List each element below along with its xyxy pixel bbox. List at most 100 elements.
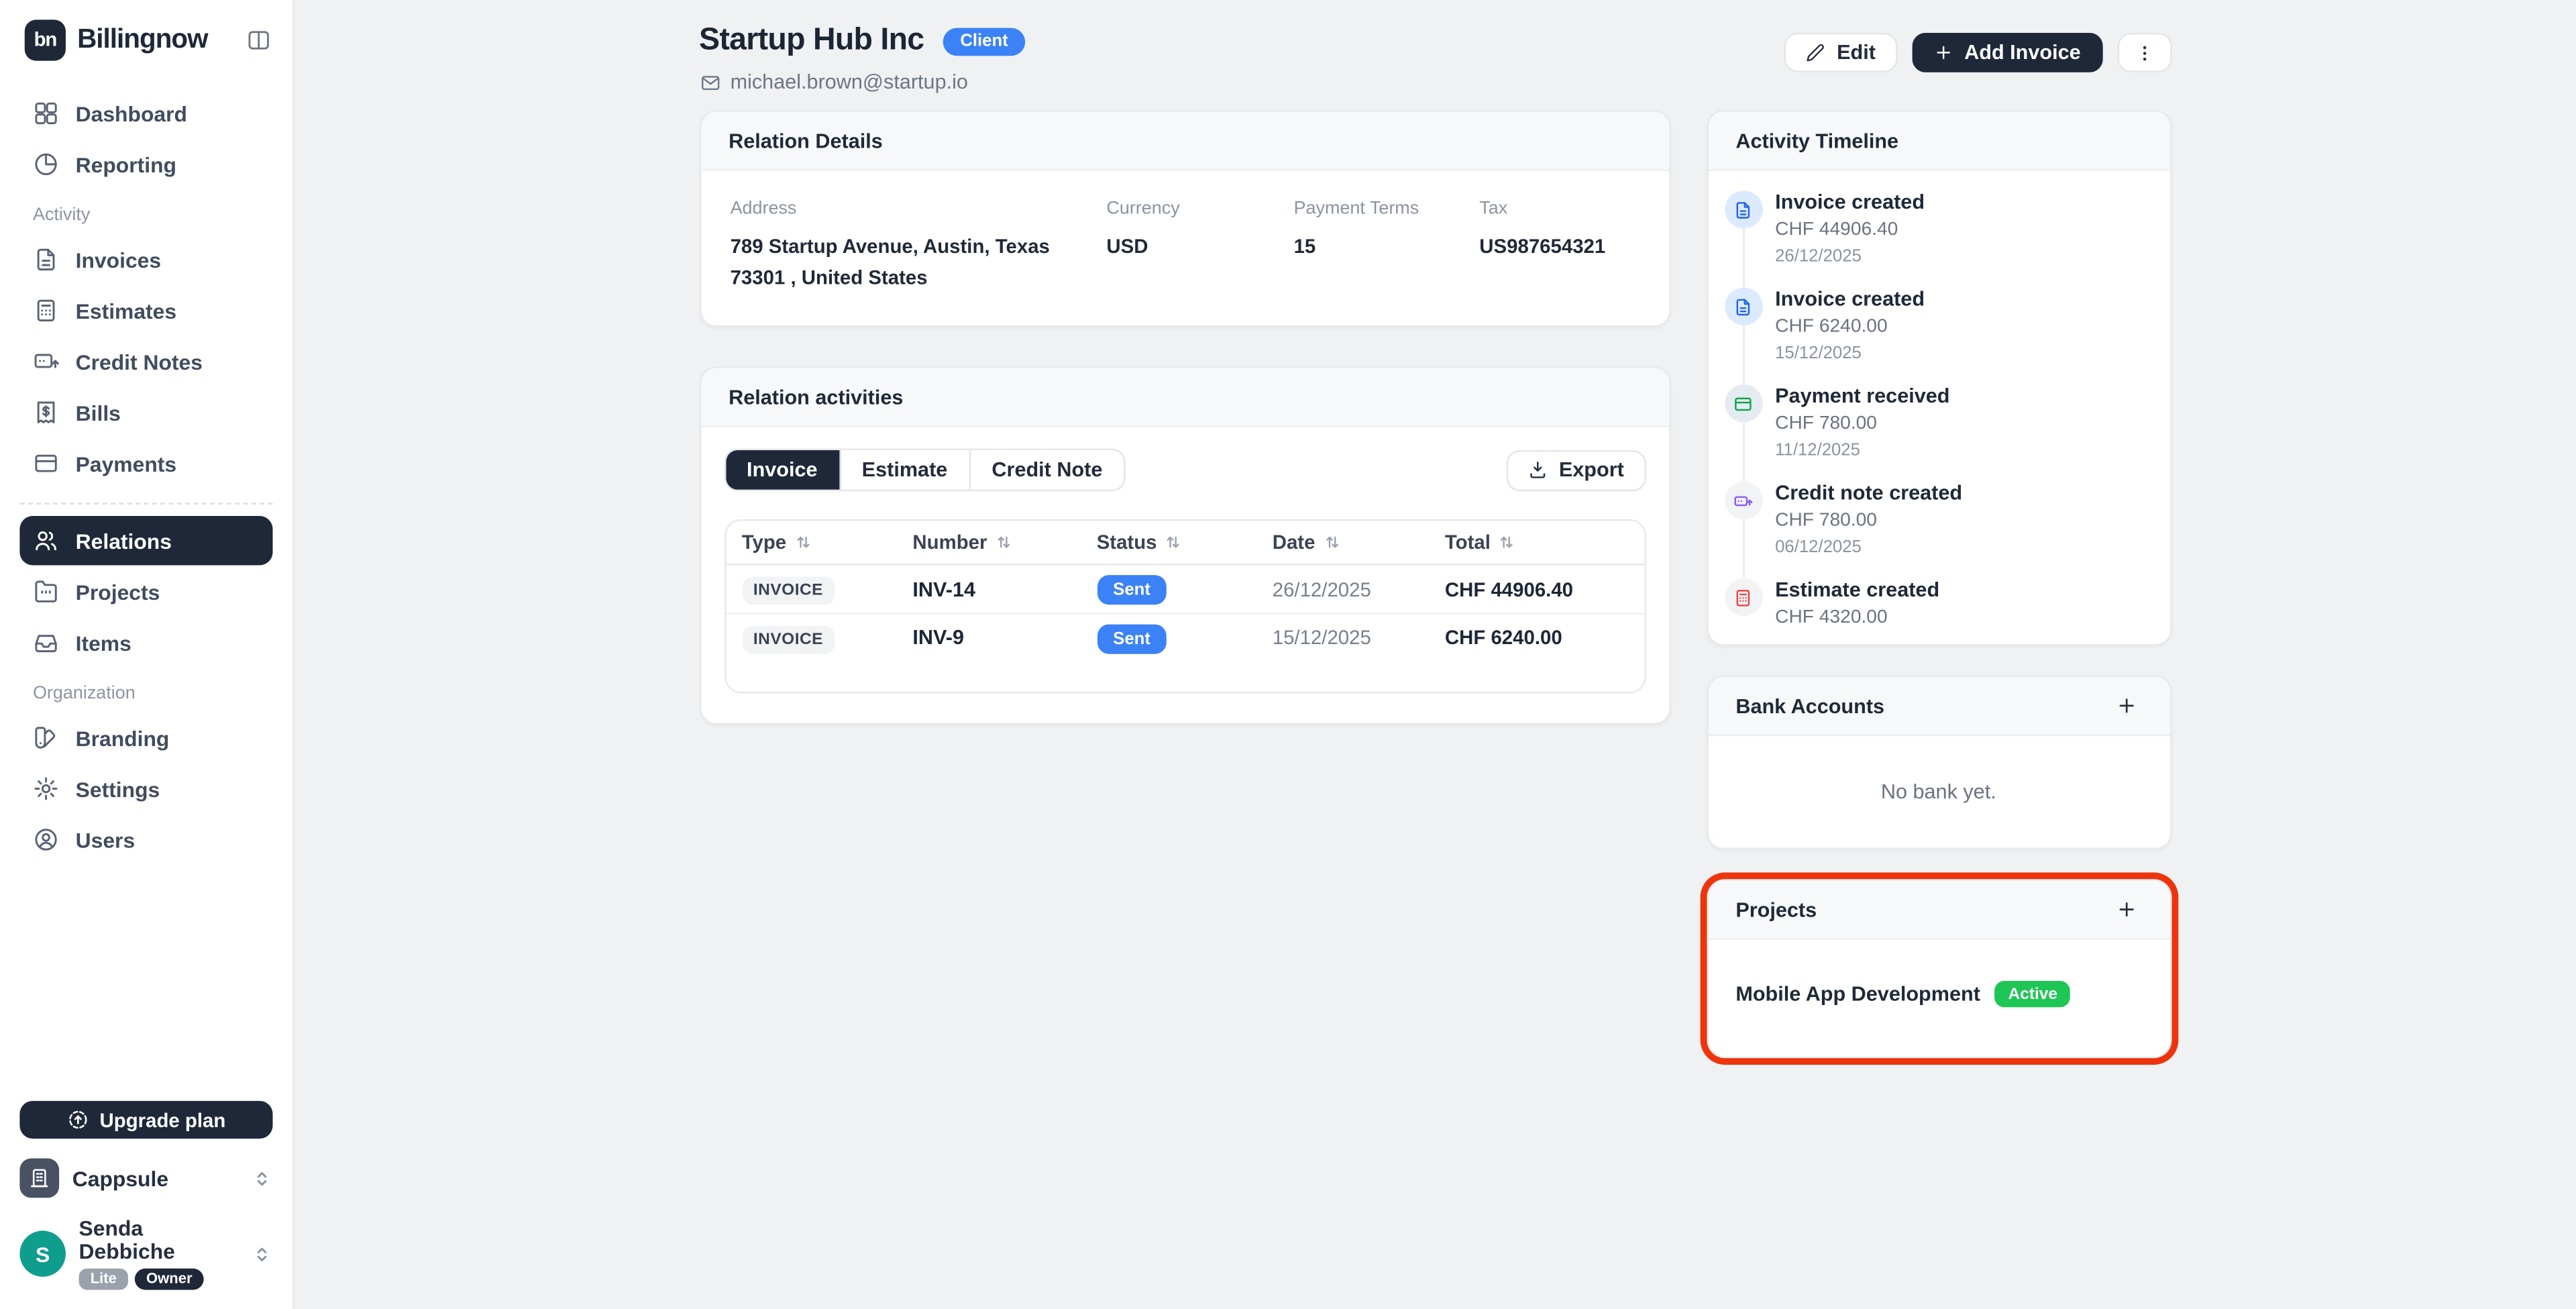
- sidebar-nav: Dashboard Reporting Activity Invoices Es…: [0, 79, 292, 866]
- sidebar-item-bills[interactable]: Bills: [19, 388, 272, 437]
- app-logo: bn Billingnow: [25, 19, 208, 60]
- add-bank-account-button[interactable]: [2112, 691, 2141, 721]
- reporting-icon: [33, 151, 59, 177]
- upgrade-plan-button[interactable]: Upgrade plan: [19, 1102, 272, 1139]
- user-avatar: S: [19, 1231, 66, 1277]
- client-type-badge: Client: [944, 27, 1024, 55]
- plus-icon: [2116, 695, 2137, 717]
- sort-icon: [794, 534, 810, 550]
- workspace-name: Cappsule: [72, 1167, 238, 1192]
- timeline-event: Estimate created CHF 4320.00: [1724, 578, 2146, 627]
- col-number[interactable]: Number: [912, 531, 1096, 554]
- sidebar-item-label: Relations: [76, 528, 172, 553]
- download-icon: [1527, 460, 1547, 480]
- page-title: Startup Hub Inc: [699, 23, 924, 59]
- estimates-icon: [33, 297, 59, 323]
- invoice-created-icon: [1724, 191, 1762, 228]
- field-address: Address 789 Startup Avenue, Austin, Texa…: [731, 199, 1107, 293]
- bank-empty-state: No bank yet.: [1708, 736, 2169, 848]
- relation-details-card: Relation Details Address 789 Startup Ave…: [699, 110, 1670, 327]
- bank-accounts-card: Bank Accounts No bank yet.: [1706, 676, 2171, 850]
- col-total[interactable]: Total: [1445, 531, 1627, 554]
- tab-estimate[interactable]: Estimate: [841, 450, 971, 490]
- credit-notes-icon: [33, 348, 59, 374]
- invoices-icon: [33, 246, 59, 272]
- sidebar-item-label: Branding: [76, 725, 170, 750]
- projects-title: Projects: [1735, 898, 1817, 921]
- invoice-created-icon: [1724, 288, 1762, 325]
- sidebar-item-items[interactable]: Items: [19, 618, 272, 667]
- sidebar-item-relations[interactable]: Relations: [19, 516, 272, 565]
- sort-icon: [1324, 534, 1340, 550]
- sidebar-item-credit-notes[interactable]: Credit Notes: [19, 337, 272, 386]
- sort-icon: [996, 534, 1012, 550]
- export-button[interactable]: Export: [1506, 450, 1645, 490]
- sidebar-item-label: Settings: [76, 776, 160, 801]
- sidebar-item-payments[interactable]: Payments: [19, 439, 272, 488]
- sidebar-item-branding[interactable]: Branding: [19, 713, 272, 762]
- timeline-event: Invoice created CHF 44906.40 26/12/2025: [1724, 191, 2146, 266]
- sidebar-item-label: Bills: [76, 400, 121, 425]
- bills-icon: [33, 399, 59, 425]
- credit-note-created-icon: [1724, 482, 1762, 519]
- logo-monogram: bn: [25, 19, 66, 60]
- add-invoice-button[interactable]: Add Invoice: [1912, 33, 2102, 72]
- sidebar-item-estimates[interactable]: Estimates: [19, 286, 272, 335]
- upgrade-icon: [67, 1110, 89, 1131]
- sidebar-item-users[interactable]: Users: [19, 815, 272, 864]
- activity-timeline-card: Activity Timeline Invoice created CHF: [1706, 110, 2171, 645]
- client-email-text: michael.brown@startup.io: [731, 70, 968, 93]
- sidebar-item-invoices[interactable]: Invoices: [19, 235, 272, 284]
- sidebar-item-reporting[interactable]: Reporting: [19, 140, 272, 189]
- more-actions-button[interactable]: [2117, 33, 2171, 72]
- collapse-sidebar-icon[interactable]: [246, 27, 271, 52]
- sidebar-item-label: Dashboard: [76, 101, 187, 126]
- tab-invoice[interactable]: Invoice: [725, 450, 841, 490]
- workspace-switcher[interactable]: Cappsule: [19, 1159, 272, 1199]
- app-name: Billingnow: [77, 24, 207, 56]
- field-tax: Tax US987654321: [1479, 199, 1639, 293]
- pencil-icon: [1806, 43, 1825, 62]
- workspace-icon: [19, 1159, 59, 1199]
- chevrons-up-down-icon: [252, 1243, 273, 1265]
- sidebar-item-label: Invoices: [76, 248, 161, 272]
- branding-icon: [33, 725, 59, 751]
- invoice-total: CHF 44906.40: [1445, 578, 1627, 600]
- sidebar-item-settings[interactable]: Settings: [19, 764, 272, 813]
- sidebar-item-dashboard[interactable]: Dashboard: [19, 89, 272, 138]
- project-list-item[interactable]: Mobile App Development Active: [1708, 940, 2169, 1057]
- tab-credit-note[interactable]: Credit Note: [971, 450, 1124, 490]
- payment-received-icon: [1724, 384, 1762, 422]
- table-row[interactable]: INVOICE INV-9 Sent 15/12/2025 CHF 6240.0…: [725, 613, 1644, 661]
- activities-table: Type Number Status Date Total INVOICE IN…: [724, 519, 1646, 694]
- chevrons-up-down-icon: [252, 1168, 273, 1190]
- sidebar-item-label: Estimates: [76, 298, 176, 323]
- kebab-icon: [2133, 42, 2155, 63]
- invoice-number: INV-14: [912, 578, 1096, 600]
- project-status-badge: Active: [1995, 981, 2071, 1007]
- status-badge: Sent: [1097, 624, 1167, 653]
- dashboard-icon: [33, 100, 59, 126]
- user-menu[interactable]: S Senda Debbiche Lite Owner: [19, 1218, 272, 1290]
- col-type[interactable]: Type: [742, 531, 913, 554]
- sort-icon: [1499, 534, 1515, 550]
- sidebar-item-label: Payments: [76, 451, 176, 476]
- activity-type-tabs: Invoice Estimate Credit Note: [724, 449, 1126, 492]
- sidebar-item-label: Credit Notes: [76, 349, 203, 374]
- payments-icon: [33, 450, 59, 476]
- role-badge: Owner: [135, 1268, 204, 1290]
- sidebar-item-projects[interactable]: Projects: [19, 567, 272, 616]
- edit-button[interactable]: Edit: [1784, 33, 1897, 72]
- sort-icon: [1165, 534, 1181, 550]
- items-icon: [33, 629, 59, 656]
- sidebar-bottom: Upgrade plan Cappsule S Senda Debbiche L…: [0, 1085, 292, 1309]
- invoice-total: CHF 6240.00: [1445, 627, 1627, 649]
- invoice-number: INV-9: [912, 627, 1096, 649]
- sidebar-section-activity: Activity: [33, 202, 260, 228]
- table-row[interactable]: INVOICE INV-14 Sent 26/12/2025 CHF 44906…: [725, 566, 1644, 613]
- add-project-button[interactable]: [2112, 894, 2141, 924]
- mail-icon: [699, 72, 720, 93]
- col-status[interactable]: Status: [1097, 531, 1273, 554]
- col-date[interactable]: Date: [1273, 531, 1445, 554]
- sidebar-item-label: Items: [76, 630, 131, 655]
